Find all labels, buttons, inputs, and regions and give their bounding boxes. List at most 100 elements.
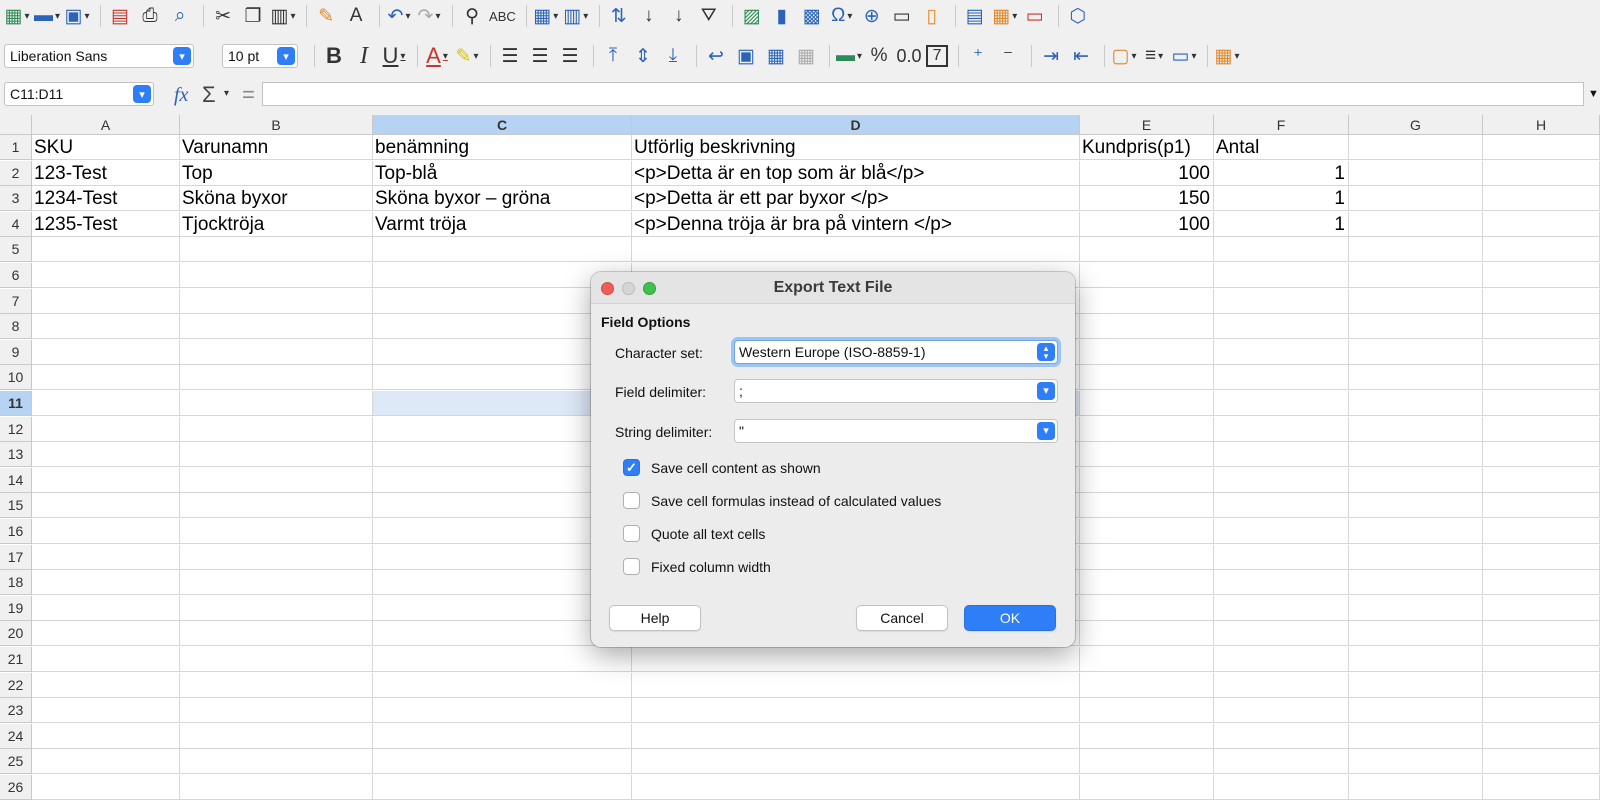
- cell-a25[interactable]: [32, 749, 180, 774]
- cell-h18[interactable]: [1483, 570, 1600, 595]
- align-middle-icon[interactable]: ⇕: [630, 42, 656, 70]
- cell-f9[interactable]: [1214, 340, 1349, 365]
- cell-a14[interactable]: [32, 468, 180, 493]
- cell-b13[interactable]: [180, 442, 373, 467]
- cell-a23[interactable]: [32, 698, 180, 723]
- cell-e9[interactable]: [1080, 340, 1214, 365]
- cell-g4[interactable]: [1349, 212, 1483, 237]
- cell-h17[interactable]: [1483, 545, 1600, 570]
- cell-a12[interactable]: [32, 417, 180, 442]
- cell-h26[interactable]: [1483, 775, 1600, 800]
- cell-b7[interactable]: [180, 289, 373, 314]
- cell-f7[interactable]: [1214, 289, 1349, 314]
- find-replace-icon[interactable]: ⚲: [459, 2, 485, 30]
- merge-center-icon[interactable]: ▣: [733, 42, 759, 70]
- chevron-down-icon[interactable]: ▾: [1037, 422, 1055, 440]
- cell-e21[interactable]: [1080, 647, 1214, 672]
- cell-h16[interactable]: [1483, 519, 1600, 544]
- cell-h24[interactable]: [1483, 724, 1600, 749]
- comment-icon[interactable]: ▭: [889, 2, 915, 30]
- cell-h15[interactable]: [1483, 493, 1600, 518]
- ok-button[interactable]: OK: [964, 605, 1056, 631]
- cell-f20[interactable]: [1214, 621, 1349, 646]
- cell-d4[interactable]: <p>Denna tröja är bra på vintern </p>: [632, 212, 1080, 237]
- cell-f17[interactable]: [1214, 545, 1349, 570]
- copy-icon[interactable]: ❐: [240, 2, 266, 30]
- row-header-10[interactable]: 10: [0, 365, 32, 390]
- cell-h12[interactable]: [1483, 417, 1600, 442]
- conditional-format-icon[interactable]: ▦: [1214, 42, 1240, 70]
- cell-e18[interactable]: [1080, 570, 1214, 595]
- cell-b18[interactable]: [180, 570, 373, 595]
- column-header-f[interactable]: F: [1214, 115, 1349, 135]
- chevron-down-icon[interactable]: ▾: [277, 47, 295, 65]
- define-print-area-icon[interactable]: ▤: [962, 2, 988, 30]
- cell-f2[interactable]: 1: [1214, 161, 1349, 186]
- cell-e12[interactable]: [1080, 417, 1214, 442]
- cell-e16[interactable]: [1080, 519, 1214, 544]
- cell-h5[interactable]: [1483, 237, 1600, 262]
- cell-b26[interactable]: [180, 775, 373, 800]
- cell-b11[interactable]: [180, 391, 373, 416]
- export-pdf-icon[interactable]: ▤: [107, 2, 133, 30]
- cell-a6[interactable]: [32, 263, 180, 288]
- cell-g22[interactable]: [1349, 673, 1483, 698]
- cell-a26[interactable]: [32, 775, 180, 800]
- cell-b1[interactable]: Varunamn: [180, 135, 373, 160]
- cell-h8[interactable]: [1483, 314, 1600, 339]
- cell-b5[interactable]: [180, 237, 373, 262]
- cell-e17[interactable]: [1080, 545, 1214, 570]
- cell-c24[interactable]: [373, 724, 632, 749]
- cell-h11[interactable]: [1483, 391, 1600, 416]
- open-folder-icon[interactable]: ▬: [34, 2, 60, 30]
- cell-g14[interactable]: [1349, 468, 1483, 493]
- cell-c5[interactable]: [373, 237, 632, 262]
- increase-indent-icon[interactable]: ⇥: [1038, 42, 1064, 70]
- row-header-25[interactable]: 25: [0, 749, 32, 774]
- column-header-d[interactable]: D: [632, 115, 1080, 135]
- merge-cells-icon[interactable]: ▦: [763, 42, 789, 70]
- cell-c4[interactable]: Varmt tröja: [373, 212, 632, 237]
- row-header-15[interactable]: 15: [0, 493, 32, 518]
- print-icon[interactable]: ⎙: [137, 2, 163, 30]
- row-header-26[interactable]: 26: [0, 775, 32, 800]
- cell-f19[interactable]: [1214, 596, 1349, 621]
- save-as-shown-checkbox[interactable]: ✓: [623, 459, 640, 476]
- borders-icon[interactable]: ▢: [1111, 42, 1137, 70]
- cell-b17[interactable]: [180, 545, 373, 570]
- cell-g16[interactable]: [1349, 519, 1483, 544]
- cell-g2[interactable]: [1349, 161, 1483, 186]
- cell-b10[interactable]: [180, 365, 373, 390]
- cell-h3[interactable]: [1483, 186, 1600, 211]
- cell-g18[interactable]: [1349, 570, 1483, 595]
- select-all-corner[interactable]: [0, 115, 32, 135]
- column-icon[interactable]: ▥: [563, 2, 589, 30]
- row-header-5[interactable]: 5: [0, 237, 32, 262]
- cell-a8[interactable]: [32, 314, 180, 339]
- cell-f12[interactable]: [1214, 417, 1349, 442]
- date-format-icon[interactable]: 7: [926, 45, 949, 67]
- cell-g10[interactable]: [1349, 365, 1483, 390]
- cell-b21[interactable]: [180, 647, 373, 672]
- wrap-text-icon[interactable]: ↩: [703, 42, 729, 70]
- cell-e4[interactable]: 100: [1080, 212, 1214, 237]
- cell-e15[interactable]: [1080, 493, 1214, 518]
- cell-g23[interactable]: [1349, 698, 1483, 723]
- sort-descending-icon[interactable]: ↓: [666, 2, 692, 30]
- fixed-column-width-checkbox[interactable]: [623, 558, 640, 575]
- cell-h20[interactable]: [1483, 621, 1600, 646]
- cell-h21[interactable]: [1483, 647, 1600, 672]
- cell-e11[interactable]: [1080, 391, 1214, 416]
- cell-d5[interactable]: [632, 237, 1080, 262]
- cell-b25[interactable]: [180, 749, 373, 774]
- cell-d3[interactable]: <p>Detta är ett par byxor </p>: [632, 186, 1080, 211]
- cell-b23[interactable]: [180, 698, 373, 723]
- cell-g17[interactable]: [1349, 545, 1483, 570]
- save-icon[interactable]: ▣: [64, 2, 90, 30]
- cell-g26[interactable]: [1349, 775, 1483, 800]
- row-header-12[interactable]: 12: [0, 417, 32, 442]
- cell-e20[interactable]: [1080, 621, 1214, 646]
- add-decimal-icon[interactable]: ⁺: [965, 42, 991, 70]
- cell-f24[interactable]: [1214, 724, 1349, 749]
- pivot-table-icon[interactable]: ▩: [799, 2, 825, 30]
